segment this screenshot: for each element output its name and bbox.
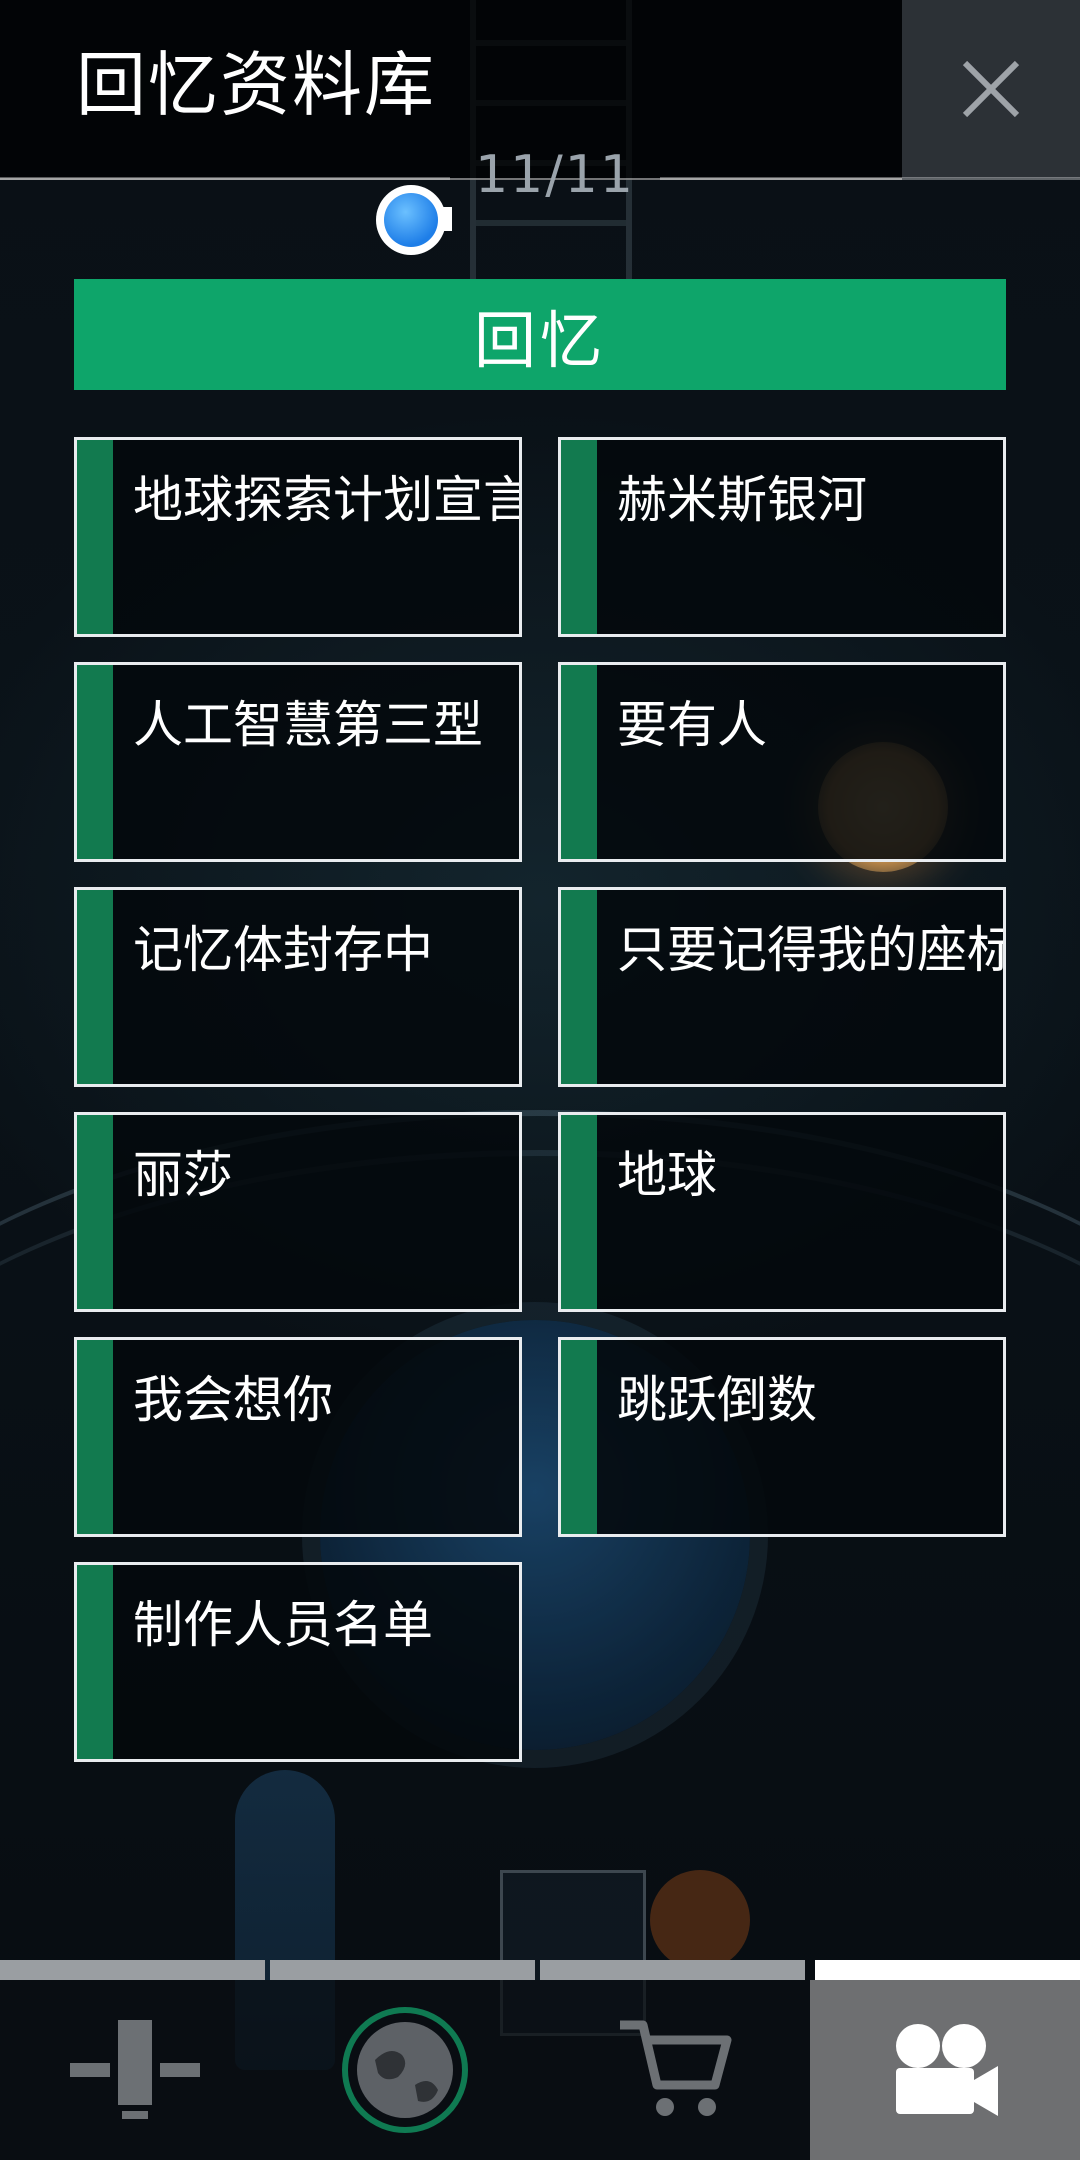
progress-knob[interactable] bbox=[376, 185, 452, 255]
card-accent-stripe bbox=[77, 1115, 113, 1309]
card-accent-stripe bbox=[561, 1340, 597, 1534]
card-accent-stripe bbox=[77, 890, 113, 1084]
memory-card[interactable]: 要有人 bbox=[558, 662, 1006, 862]
background-character-robot bbox=[650, 1870, 750, 1970]
memory-card[interactable]: 地球 bbox=[558, 1112, 1006, 1312]
card-accent-stripe bbox=[561, 890, 597, 1084]
memory-card-label: 跳跃倒数 bbox=[617, 1371, 817, 1429]
video-camera-icon bbox=[896, 2024, 998, 2116]
memory-card[interactable]: 记忆体封存中 bbox=[74, 887, 522, 1087]
memory-card-label: 赫米斯银河 bbox=[617, 471, 867, 529]
memory-card[interactable]: 跳跃倒数 bbox=[558, 1337, 1006, 1537]
memory-counter: 11/11 bbox=[475, 145, 635, 205]
tab-station[interactable] bbox=[0, 1980, 270, 2160]
memory-card-label: 记忆体封存中 bbox=[133, 921, 433, 979]
close-icon bbox=[962, 60, 1020, 118]
card-accent-stripe bbox=[561, 1115, 597, 1309]
memory-card-label: 制作人员名单 bbox=[133, 1596, 433, 1654]
tab-planet[interactable] bbox=[270, 1980, 540, 2160]
card-accent-stripe bbox=[77, 665, 113, 859]
memory-card-label: 要有人 bbox=[617, 696, 767, 754]
category-header-memories[interactable]: 回忆 bbox=[74, 279, 1006, 390]
tab-shop[interactable] bbox=[540, 1980, 810, 2160]
memory-card[interactable]: 制作人员名单 bbox=[74, 1562, 522, 1762]
planet-icon bbox=[342, 2007, 468, 2133]
page-title: 回忆资料库 bbox=[76, 44, 436, 126]
card-accent-stripe bbox=[77, 1340, 113, 1534]
memory-card[interactable]: 人工智慧第三型 bbox=[74, 662, 522, 862]
card-accent-stripe bbox=[561, 440, 597, 634]
memory-card-label: 地球探索计划宣言 bbox=[133, 471, 522, 529]
memory-card[interactable]: 丽莎 bbox=[74, 1112, 522, 1312]
memory-card-label: 丽莎 bbox=[133, 1146, 233, 1204]
bottom-nav bbox=[0, 1980, 1080, 2160]
memory-grid: 地球探索计划宣言 赫米斯银河 人工智慧第三型 要有人 记忆体封存中 只要记得我的… bbox=[74, 437, 1006, 1762]
memory-card-label: 地球 bbox=[617, 1146, 717, 1204]
close-button[interactable] bbox=[902, 0, 1080, 178]
memory-card[interactable]: 地球探索计划宣言 bbox=[74, 437, 522, 637]
nav-indicator-bar bbox=[0, 1960, 1080, 1980]
memory-card[interactable]: 我会想你 bbox=[74, 1337, 522, 1537]
tab-memories[interactable] bbox=[810, 1980, 1080, 2160]
card-accent-stripe bbox=[561, 665, 597, 859]
progress-track-left bbox=[0, 177, 450, 180]
cart-icon bbox=[620, 2020, 732, 2116]
card-accent-stripe bbox=[77, 440, 113, 634]
memory-card-label: 我会想你 bbox=[133, 1371, 333, 1429]
station-icon bbox=[70, 2020, 200, 2119]
memory-card[interactable]: 只要记得我的座标 bbox=[558, 887, 1006, 1087]
progress-track-right bbox=[660, 177, 1080, 180]
memory-card[interactable]: 赫米斯银河 bbox=[558, 437, 1006, 637]
memory-card-label: 只要记得我的座标 bbox=[617, 921, 1006, 979]
memory-card-label: 人工智慧第三型 bbox=[133, 696, 483, 754]
card-accent-stripe bbox=[77, 1565, 113, 1759]
